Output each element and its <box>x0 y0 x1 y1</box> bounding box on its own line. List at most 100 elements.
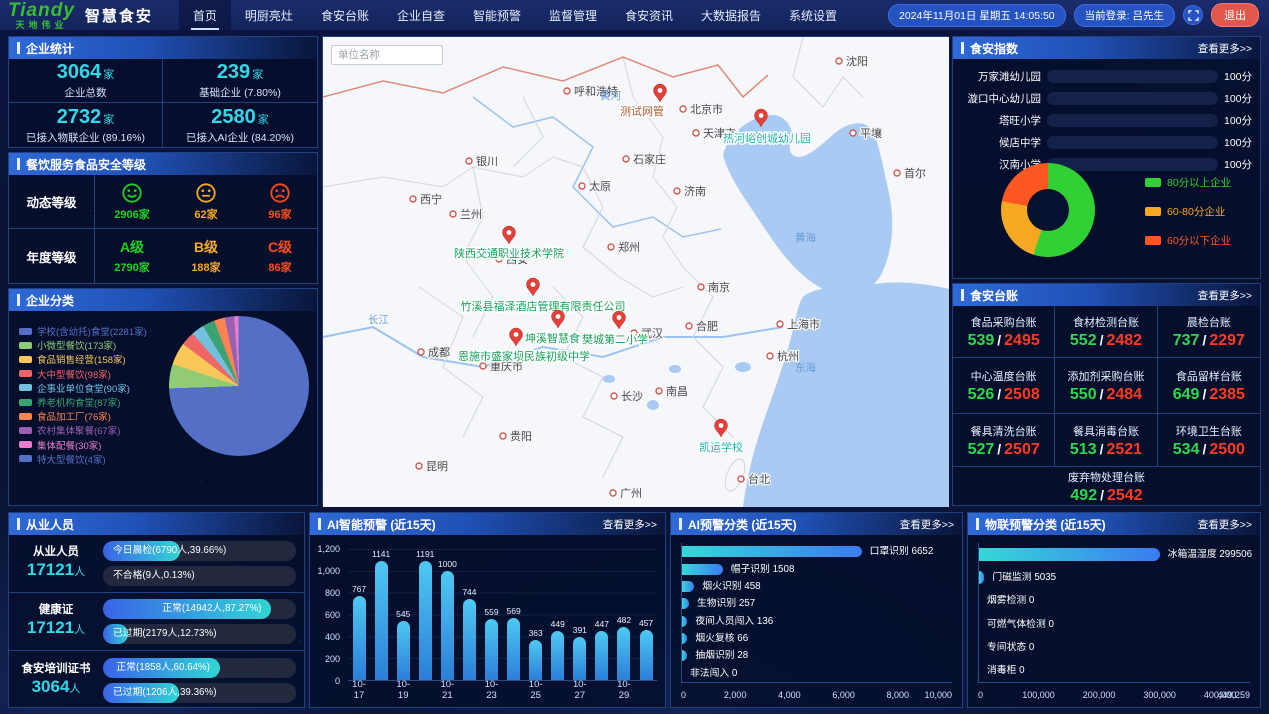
ai-warning-y-axis: 02004006008001,0001,200 <box>312 549 344 681</box>
nav-item-系统设置[interactable]: 系统设置 <box>775 0 851 30</box>
x-tick: 10-27 <box>569 679 591 701</box>
nav-item-企业自查[interactable]: 企业自查 <box>383 0 459 30</box>
iot-category-more-link[interactable]: 查看更多>> <box>1198 517 1252 532</box>
hbar-row: 烟火复核 66 <box>682 633 952 644</box>
category-legend-item[interactable]: 集体配餐(30家) <box>19 438 147 452</box>
bar-value: 767 <box>352 584 366 594</box>
stat-label: 基础企业 (7.80%) <box>199 85 281 100</box>
bar-value: 449 <box>551 619 565 629</box>
map-pin-label: 竹溪县福泽酒店管理有限责任公司 <box>461 299 626 313</box>
ai-warning-more-link[interactable]: 查看更多>> <box>603 517 657 532</box>
hbar-row: 生物识别 257 <box>682 598 952 609</box>
legend-label: 大中型餐饮(98家) <box>37 367 111 381</box>
lake <box>735 362 751 372</box>
category-legend-item[interactable]: 小微型餐饮(173家) <box>19 338 147 352</box>
legend-label: 集体配餐(30家) <box>37 438 101 452</box>
svg-text:兰州: 兰州 <box>460 208 482 221</box>
iot-category-chart: 冰箱温湿度 299506门磁监测 5035烟雾检测 0可燃气体检测 0专间状态 … <box>968 535 1260 707</box>
dynamic-level-item: 96家 <box>243 175 317 228</box>
legend-swatch <box>19 370 32 377</box>
svg-text:首尔: 首尔 <box>904 166 926 180</box>
category-pie-chart <box>169 316 309 456</box>
category-legend-item[interactable]: 食品销售经营(158家) <box>19 352 147 366</box>
nav-item-智能预警[interactable]: 智能预警 <box>459 0 535 30</box>
bar-value: 545 <box>396 609 410 619</box>
topbar-controls: 2024年11月01日 星期五 14:05:50 当前登录: 吕先生 退出 <box>888 3 1269 27</box>
category-legend-item[interactable]: 学校(含幼托)食堂(2281家) <box>19 324 147 338</box>
nav-item-监督管理[interactable]: 监督管理 <box>535 0 611 30</box>
logout-button[interactable]: 退出 <box>1211 3 1259 27</box>
x-tick: 10-17 <box>348 679 370 701</box>
grade-count: 2790家 <box>114 259 149 275</box>
donut-legend-item[interactable]: 60-80分企业 <box>1145 204 1231 219</box>
ledger-done: 539 <box>968 332 995 349</box>
x-tick: 0 <box>681 690 686 700</box>
stat-unit: 家 <box>103 69 114 81</box>
map-search <box>331 45 443 65</box>
donut-legend-item[interactable]: 60分以下企业 <box>1145 233 1231 248</box>
bar <box>463 599 476 680</box>
hbar-fill <box>682 581 694 592</box>
staff-group-bars: 正常(1858人,60.64%)已过期(1206人,39.36%) <box>103 651 304 709</box>
donut-legend: 80分以上企业 60-80分企业 60分以下企业 <box>1145 175 1231 262</box>
y-tick: 0 <box>335 676 340 686</box>
svg-text:贵阳: 贵阳 <box>510 430 532 443</box>
bar-column: 1191 <box>414 549 436 680</box>
fullscreen-button[interactable] <box>1183 5 1203 25</box>
dynamic-level-row: 动态等级 2906家62家96家 <box>9 175 317 229</box>
bar-value: 559 <box>484 607 498 617</box>
map-search-input[interactable] <box>331 45 443 65</box>
category-legend-item[interactable]: 特大型餐饮(4家) <box>19 452 147 466</box>
hbar-fill <box>682 564 723 575</box>
main-nav: 首页明厨亮灶食安台账企业自查智能预警监督管理食安资讯大数据报告系统设置 <box>179 0 851 30</box>
y-tick: 800 <box>325 588 340 598</box>
map-pin-label: 热河峪创城幼儿园 <box>723 132 811 145</box>
bar <box>353 596 366 680</box>
nav-item-食安资讯[interactable]: 食安资讯 <box>611 0 687 30</box>
x-tick: 2,000 <box>724 690 747 700</box>
category-legend-item[interactable]: 大中型餐饮(98家) <box>19 367 147 381</box>
ledger-cell: 餐具消毒台账513/2521 <box>1055 414 1157 467</box>
ai-category-rows: 口罩识别 6652帽子识别 1508烟火识别 458生物识别 257夜间人员闯入… <box>681 543 952 683</box>
donut-legend-item[interactable]: 80分以上企业 <box>1145 175 1231 190</box>
svg-text:平壤: 平壤 <box>860 126 882 140</box>
ai-category-more-link[interactable]: 查看更多>> <box>900 517 954 532</box>
hbar-row: 门磁监测 5035 <box>979 571 1250 584</box>
category-legend-item[interactable]: 养老机构食堂(87家) <box>19 395 147 409</box>
ledger-name: 添加剂采购台账 <box>1067 368 1144 384</box>
food-index-row: 漩口中心幼儿园100分 <box>959 87 1254 109</box>
progress-label: 今日晨检(6790人,39.66%) <box>113 541 226 561</box>
stat-label: 已接入AI企业 (84.20%) <box>186 130 294 145</box>
ledger-cell: 添加剂采购台账550/2484 <box>1055 358 1157 414</box>
food-index-more-link[interactable]: 查看更多>> <box>1198 41 1252 56</box>
nav-item-大数据报告[interactable]: 大数据报告 <box>687 0 775 30</box>
annual-level-label: 年度等级 <box>9 229 95 283</box>
x-tick: 0 <box>978 690 983 700</box>
grade-label: A级 <box>120 237 144 257</box>
category-legend-item[interactable]: 企事业单位食堂(90家) <box>19 381 147 395</box>
neutral-face-icon <box>195 182 217 204</box>
category-legend-item[interactable]: 食品加工厂(76家) <box>19 409 147 423</box>
hbar-fill <box>682 650 687 661</box>
map-pin-label: 凯运学校 <box>699 440 743 454</box>
map-pin-label: 陕西交通职业技术学院 <box>454 246 564 260</box>
nav-item-明厨亮灶[interactable]: 明厨亮灶 <box>231 0 307 30</box>
hbar-label: 消毒柜 0 <box>987 664 1025 677</box>
stat-unit: 家 <box>103 114 114 126</box>
iot-category-rows: 冰箱温湿度 299506门磁监测 5035烟雾检测 0可燃气体检测 0专间状态 … <box>978 543 1250 683</box>
ledger-more-link[interactable]: 查看更多>> <box>1198 288 1252 303</box>
hbar-label: 专间状态 0 <box>987 641 1034 654</box>
dashboard: Tiandy 天地伟业 智慧食安 首页明厨亮灶食安台账企业自查智能预警监督管理食… <box>0 0 1269 714</box>
food-index-row: 候店中学100分 <box>959 131 1254 153</box>
water-label-东海: 东海 <box>795 361 816 374</box>
hbar-label: 抽烟识别 28 <box>695 650 748 661</box>
frown-face-icon <box>269 182 291 204</box>
stat-label: 企业总数 <box>65 85 107 100</box>
nav-item-食安台账[interactable]: 食安台账 <box>307 0 383 30</box>
x-tick: 4,000 <box>778 690 801 700</box>
category-legend-item[interactable]: 农村集体聚餐(67家) <box>19 423 147 437</box>
hbar-fill <box>979 548 1160 561</box>
staff-group-bars: 正常(14942人,87.27%)已过期(2179人,12.73%) <box>103 593 304 650</box>
legend-label: 农村集体聚餐(67家) <box>37 423 120 437</box>
nav-item-首页[interactable]: 首页 <box>179 0 231 30</box>
